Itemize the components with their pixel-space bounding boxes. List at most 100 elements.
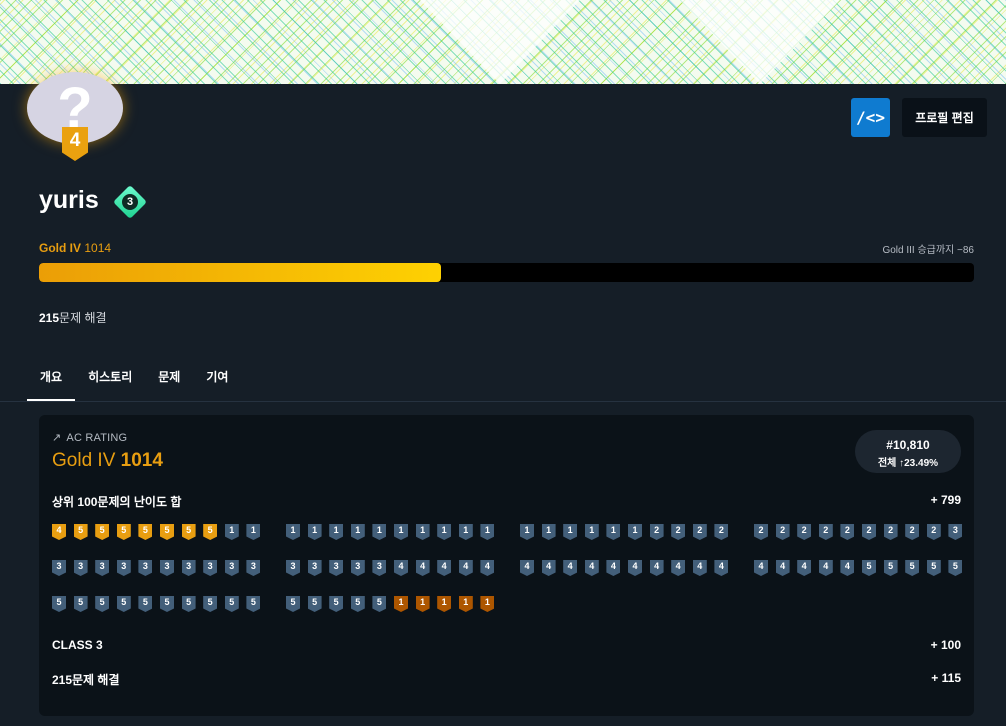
silver-tier-icon[interactable]: 1 <box>286 524 300 540</box>
silver-tier-icon[interactable]: 3 <box>95 560 110 576</box>
silver-tier-icon[interactable]: 1 <box>520 524 534 540</box>
silver-tier-icon[interactable]: 5 <box>926 560 941 576</box>
silver-tier-icon[interactable]: 3 <box>73 560 88 576</box>
silver-tier-icon[interactable]: 2 <box>754 524 768 540</box>
bronze-tier-icon[interactable]: 1 <box>415 596 430 612</box>
silver-tier-icon[interactable]: 5 <box>905 560 920 576</box>
silver-tier-icon[interactable]: 5 <box>224 596 239 612</box>
silver-tier-icon[interactable]: 3 <box>224 560 239 576</box>
silver-tier-icon[interactable]: 3 <box>948 524 963 540</box>
silver-tier-icon[interactable]: 2 <box>797 524 812 540</box>
silver-tier-icon[interactable]: 1 <box>584 524 599 540</box>
silver-tier-icon[interactable]: 3 <box>52 560 66 576</box>
silver-tier-icon[interactable]: 1 <box>372 524 387 540</box>
bronze-tier-icon[interactable]: 1 <box>394 596 408 612</box>
silver-tier-icon[interactable]: 4 <box>606 560 621 576</box>
silver-tier-icon[interactable]: 3 <box>138 560 153 576</box>
silver-tier-icon[interactable]: 2 <box>671 524 686 540</box>
bronze-tier-icon[interactable]: 1 <box>437 596 452 612</box>
silver-tier-icon[interactable]: 3 <box>246 560 261 576</box>
gold-tier-icon[interactable]: 5 <box>73 524 88 540</box>
silver-tier-icon[interactable]: 1 <box>480 524 495 540</box>
silver-tier-icon[interactable]: 5 <box>372 596 387 612</box>
silver-tier-icon[interactable]: 4 <box>520 560 534 576</box>
silver-tier-icon[interactable]: 4 <box>671 560 686 576</box>
silver-tier-icon[interactable]: 4 <box>818 560 833 576</box>
silver-tier-icon[interactable]: 4 <box>437 560 452 576</box>
edit-profile-button[interactable]: 프로필 편집 <box>902 98 987 137</box>
silver-tier-icon[interactable]: 5 <box>307 596 322 612</box>
tab-contribution[interactable]: 기여 <box>193 350 241 401</box>
rank-badge[interactable]: #10,810 전체 ↑23.49% <box>855 430 961 473</box>
silver-tier-icon[interactable]: 3 <box>286 560 300 576</box>
silver-tier-icon[interactable]: 3 <box>307 560 322 576</box>
silver-tier-icon[interactable]: 5 <box>286 596 300 612</box>
silver-tier-icon[interactable]: 2 <box>692 524 707 540</box>
gold-tier-icon[interactable]: 5 <box>181 524 196 540</box>
silver-tier-icon[interactable]: 5 <box>246 596 261 612</box>
silver-tier-icon[interactable]: 3 <box>372 560 387 576</box>
silver-tier-icon[interactable]: 1 <box>458 524 473 540</box>
silver-tier-icon[interactable]: 5 <box>862 560 876 576</box>
silver-tier-icon[interactable]: 3 <box>181 560 196 576</box>
silver-tier-icon[interactable]: 4 <box>754 560 768 576</box>
silver-tier-icon[interactable]: 2 <box>862 524 876 540</box>
silver-tier-icon[interactable]: 5 <box>160 596 174 612</box>
tab-problems[interactable]: 문제 <box>145 350 193 401</box>
silver-tier-icon[interactable]: 5 <box>883 560 898 576</box>
tab-overview[interactable]: 개요 <box>27 350 76 401</box>
silver-tier-icon[interactable]: 3 <box>350 560 365 576</box>
silver-tier-icon[interactable]: 4 <box>840 560 855 576</box>
silver-tier-icon[interactable]: 1 <box>563 524 578 540</box>
silver-tier-icon[interactable]: 4 <box>541 560 556 576</box>
silver-tier-icon[interactable]: 5 <box>329 596 344 612</box>
silver-tier-icon[interactable]: 4 <box>480 560 495 576</box>
tab-history[interactable]: 히스토리 <box>75 350 145 401</box>
silver-tier-icon[interactable]: 4 <box>628 560 642 576</box>
silver-tier-icon[interactable]: 4 <box>692 560 707 576</box>
silver-tier-icon[interactable]: 4 <box>797 560 812 576</box>
silver-tier-icon[interactable]: 1 <box>394 524 408 540</box>
silver-tier-icon[interactable]: 4 <box>394 560 408 576</box>
silver-tier-icon[interactable]: 1 <box>329 524 344 540</box>
silver-tier-icon[interactable]: 4 <box>775 560 790 576</box>
gold-tier-icon[interactable]: 5 <box>95 524 110 540</box>
silver-tier-icon[interactable]: 1 <box>307 524 322 540</box>
silver-tier-icon[interactable]: 4 <box>415 560 430 576</box>
silver-tier-icon[interactable]: 5 <box>203 596 218 612</box>
silver-tier-icon[interactable]: 1 <box>350 524 365 540</box>
silver-tier-icon[interactable]: 5 <box>52 596 66 612</box>
silver-tier-icon[interactable]: 3 <box>203 560 218 576</box>
silver-tier-icon[interactable]: 1 <box>541 524 556 540</box>
silver-tier-icon[interactable]: 5 <box>138 596 153 612</box>
silver-tier-icon[interactable]: 2 <box>649 524 664 540</box>
code-icon-button[interactable]: /<> <box>851 98 890 137</box>
silver-tier-icon[interactable]: 2 <box>775 524 790 540</box>
silver-tier-icon[interactable]: 1 <box>224 524 239 540</box>
silver-tier-icon[interactable]: 3 <box>329 560 344 576</box>
bronze-tier-icon[interactable]: 1 <box>480 596 495 612</box>
gold-tier-icon[interactable]: 5 <box>116 524 131 540</box>
avatar[interactable]: ? 4 <box>27 72 123 168</box>
silver-tier-icon[interactable]: 1 <box>246 524 261 540</box>
silver-tier-icon[interactable]: 2 <box>818 524 833 540</box>
silver-tier-icon[interactable]: 5 <box>948 560 963 576</box>
silver-tier-icon[interactable]: 1 <box>606 524 621 540</box>
silver-tier-icon[interactable]: 2 <box>714 524 729 540</box>
bronze-tier-icon[interactable]: 1 <box>458 596 473 612</box>
gold-tier-icon[interactable]: 5 <box>203 524 218 540</box>
silver-tier-icon[interactable]: 5 <box>73 596 88 612</box>
silver-tier-icon[interactable]: 4 <box>584 560 599 576</box>
silver-tier-icon[interactable]: 5 <box>116 596 131 612</box>
silver-tier-icon[interactable]: 1 <box>437 524 452 540</box>
silver-tier-icon[interactable]: 1 <box>415 524 430 540</box>
silver-tier-icon[interactable]: 2 <box>840 524 855 540</box>
silver-tier-icon[interactable]: 5 <box>350 596 365 612</box>
silver-tier-icon[interactable]: 4 <box>649 560 664 576</box>
gold-tier-icon[interactable]: 5 <box>160 524 174 540</box>
silver-tier-icon[interactable]: 3 <box>160 560 174 576</box>
silver-tier-icon[interactable]: 1 <box>628 524 642 540</box>
silver-tier-icon[interactable]: 2 <box>905 524 920 540</box>
silver-tier-icon[interactable]: 4 <box>563 560 578 576</box>
silver-tier-icon[interactable]: 3 <box>116 560 131 576</box>
